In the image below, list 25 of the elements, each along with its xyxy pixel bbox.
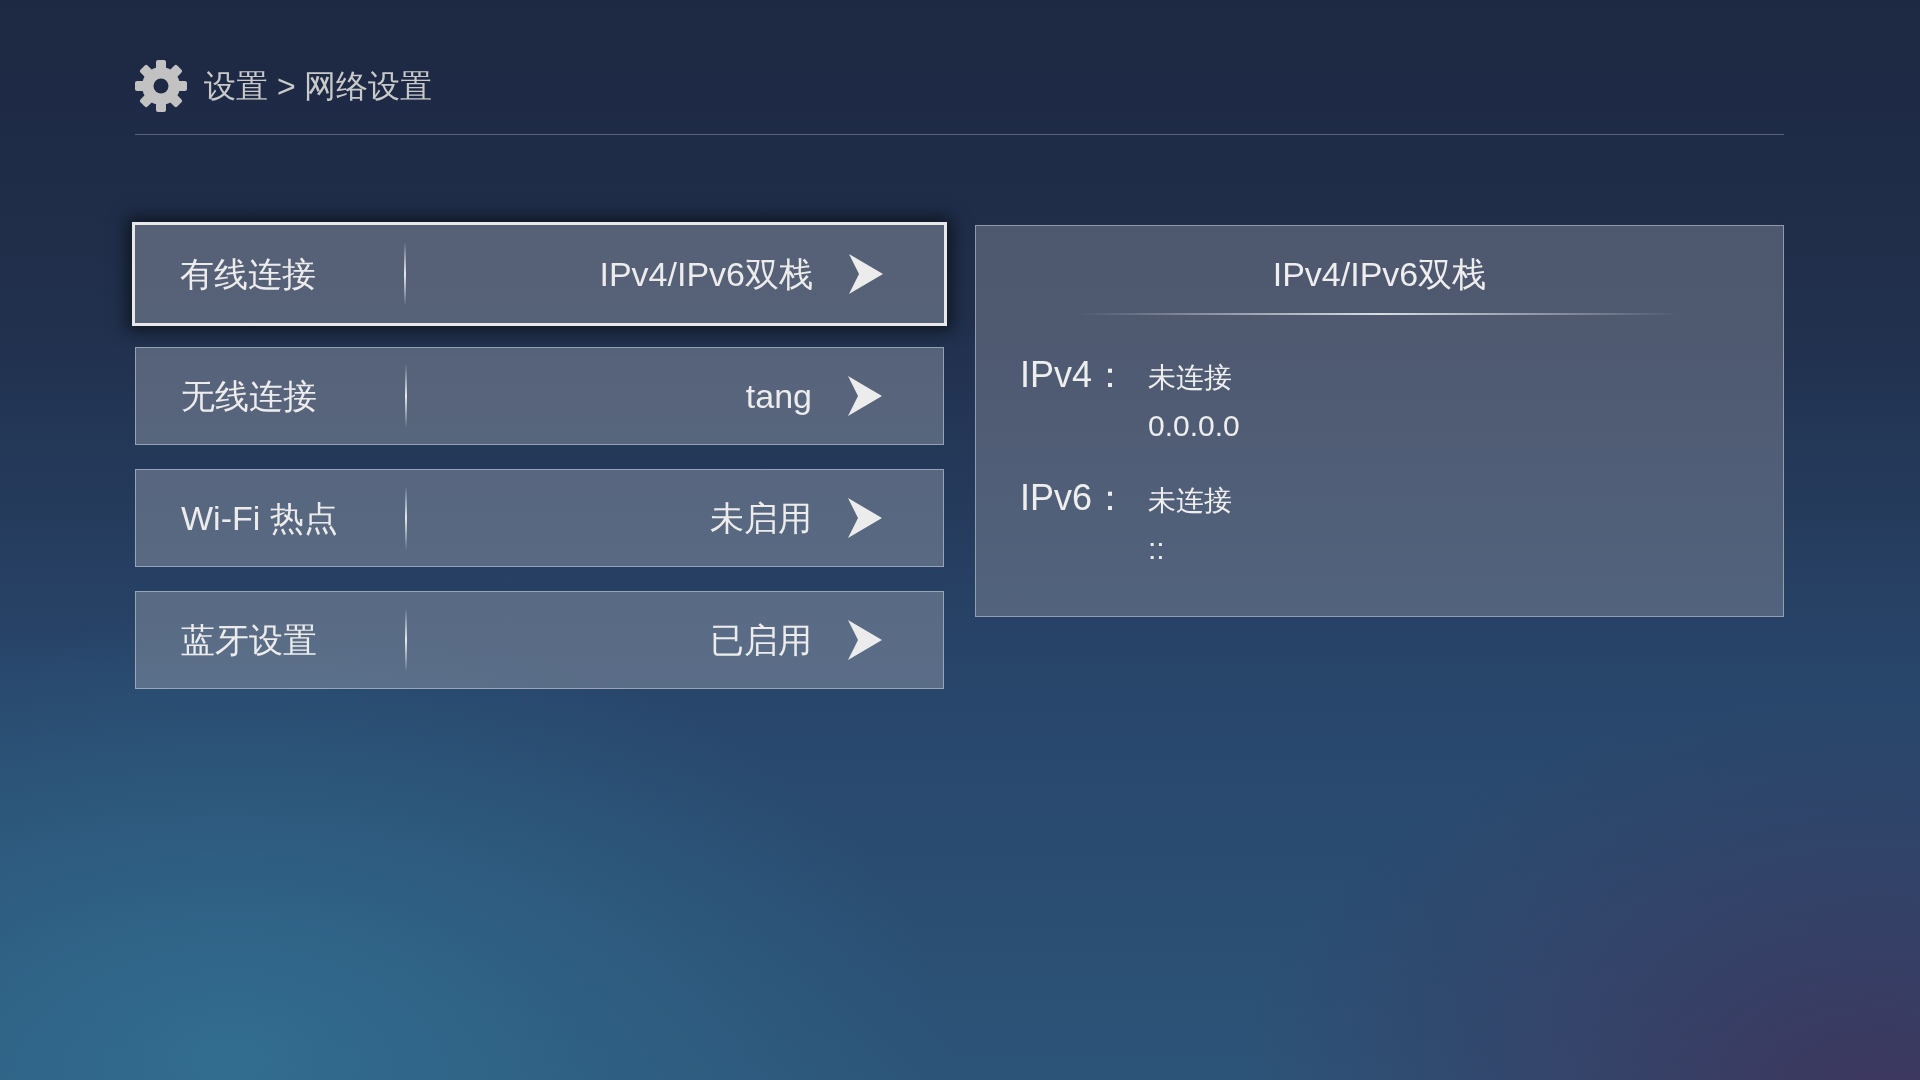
- menu-item[interactable]: 有线连接 IPv4/IPv6双栈: [132, 222, 947, 326]
- menu-label: 有线连接: [180, 254, 316, 294]
- arrow-icon: [848, 498, 882, 538]
- menu-value: IPv4/IPv6双栈: [599, 254, 813, 294]
- menu-item[interactable]: Wi-Fi 热点 未启用: [135, 469, 944, 567]
- menu-label: 无线连接: [181, 376, 317, 416]
- protocol-label: IPv4：: [1020, 354, 1129, 395]
- connection-status: 未连接: [1148, 484, 1232, 518]
- panel-title: IPv4/IPv6双栈: [1272, 255, 1487, 293]
- connection-status: 未连接: [1148, 361, 1232, 395]
- ip-address: 0.0.0.0: [1148, 408, 1240, 444]
- protocol-label: IPv6：: [1020, 477, 1129, 518]
- menu-value: 已启用: [710, 620, 812, 660]
- menu-item[interactable]: 蓝牙设置 已启用: [135, 591, 944, 689]
- breadcrumb: 设置 > 网络设置: [204, 67, 433, 106]
- menu-label: Wi-Fi 热点: [181, 498, 338, 538]
- menu-item[interactable]: 无线连接 tang: [135, 347, 944, 445]
- menu-value: 未启用: [710, 498, 812, 538]
- settings-icon: [135, 60, 187, 112]
- arrow-icon: [849, 254, 883, 294]
- arrow-icon: [848, 620, 882, 660]
- ip-address: ::: [1148, 531, 1165, 567]
- menu-label: 蓝牙设置: [181, 620, 317, 660]
- arrow-icon: [848, 376, 882, 416]
- menu-value: tang: [745, 376, 812, 416]
